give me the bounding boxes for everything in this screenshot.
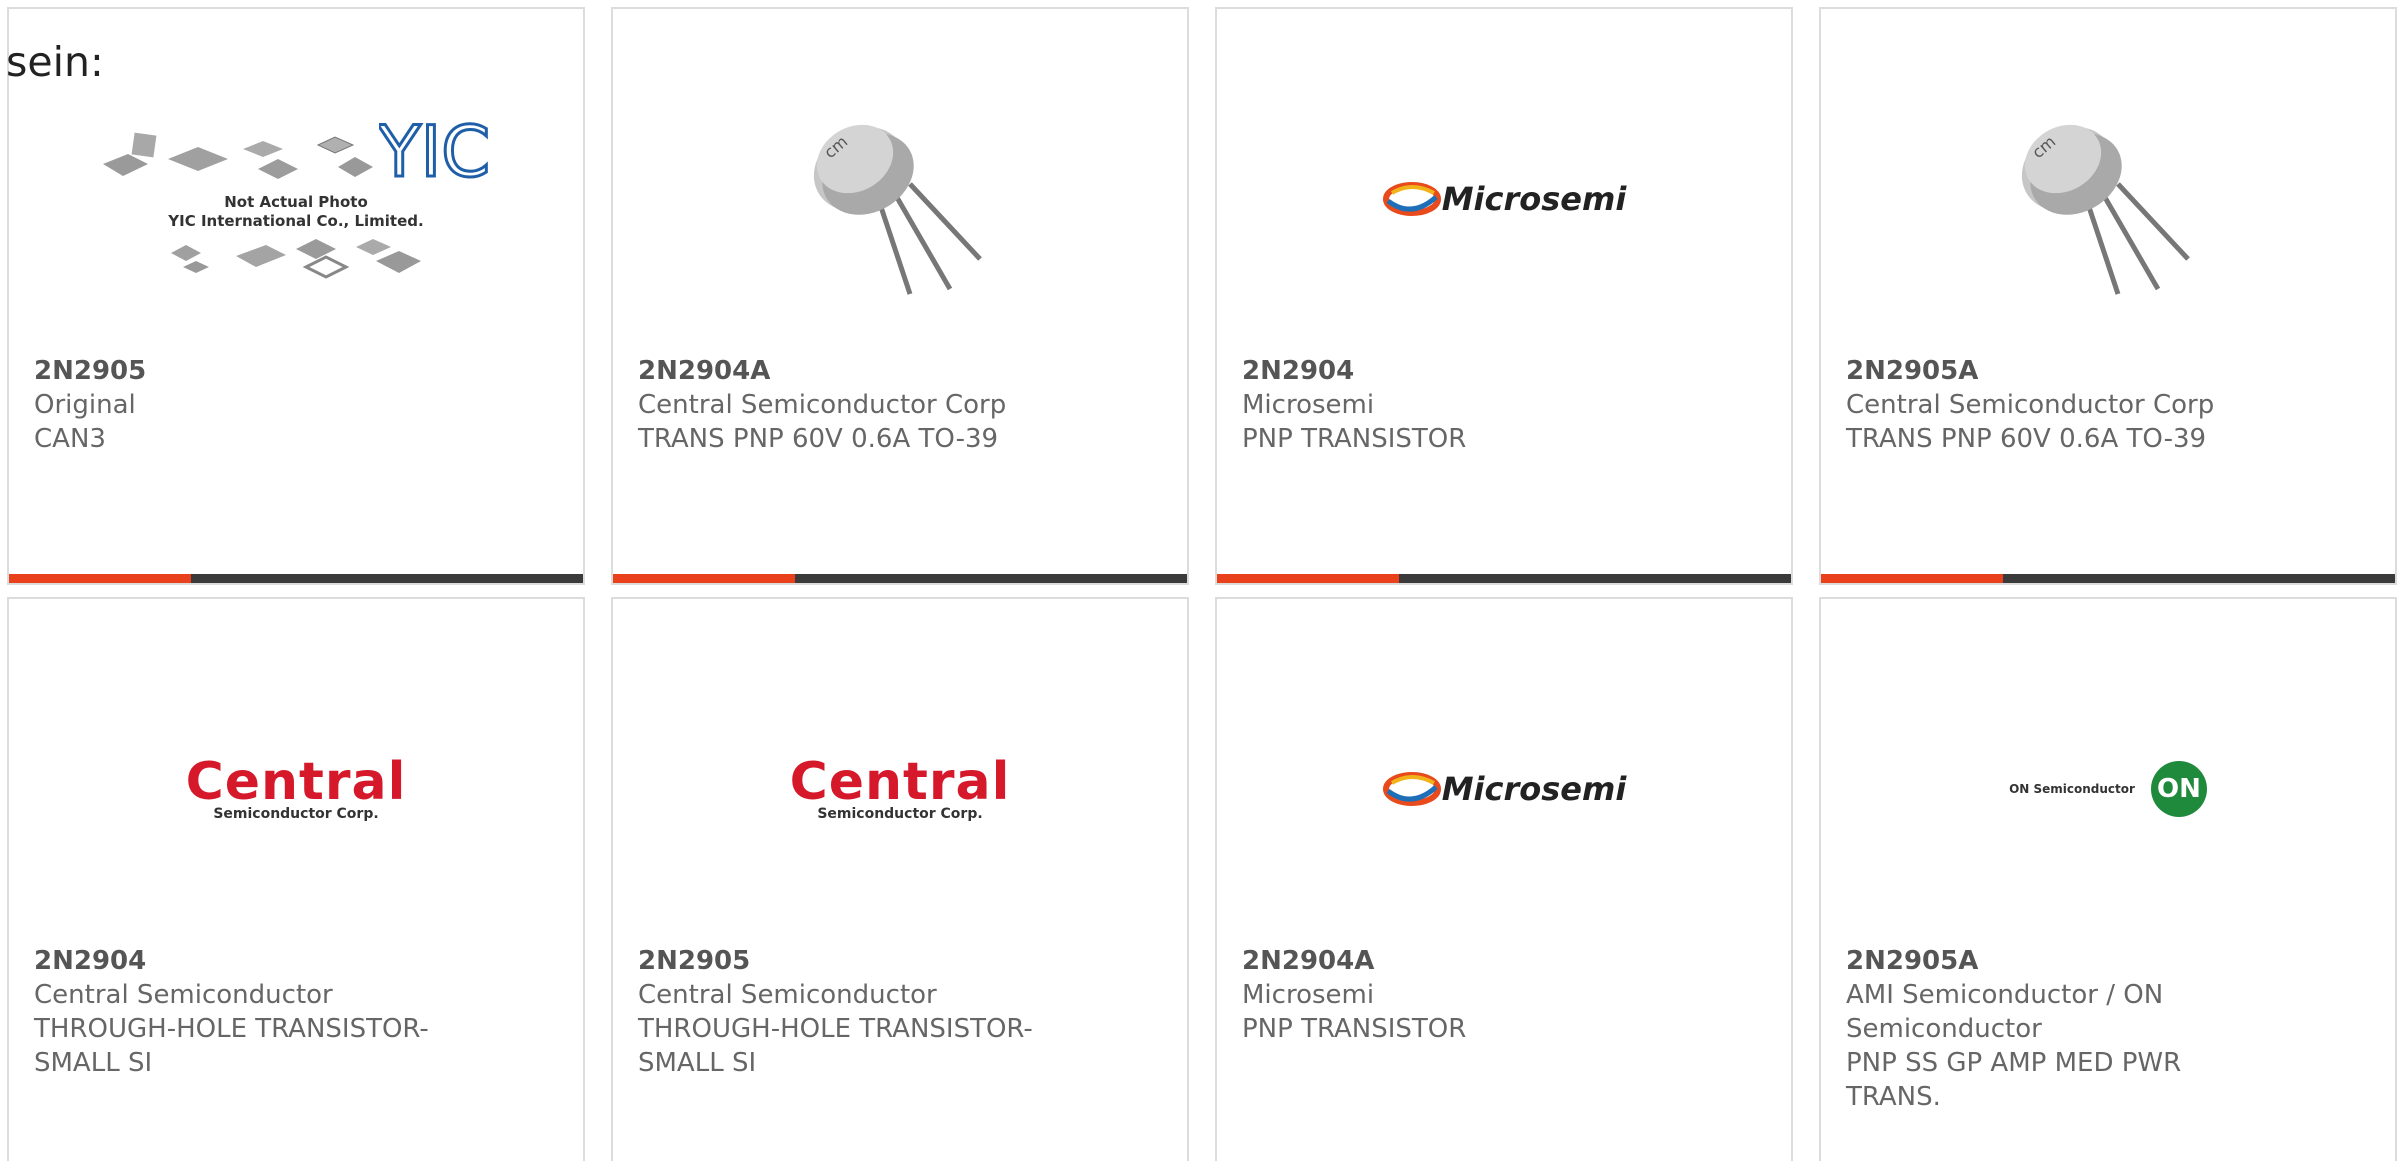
page: sein: YIC Not Actual Photo YIC Internati… [0, 0, 2400, 1161]
part-number[interactable]: 2N2904 [1242, 354, 1771, 388]
product-card[interactable]: YIC Not Actual Photo YIC International C… [7, 7, 585, 585]
on-semi-logo-text: ON Semiconductor [2009, 782, 2135, 796]
manufacturer: Central Semiconductor [34, 980, 333, 1010]
card-bottom-bar [9, 574, 583, 583]
product-card[interactable]: Microsemi 2N2904 Microsemi PNP TRANSISTO… [1215, 7, 1793, 585]
part-number[interactable]: 2N2904A [1242, 944, 1771, 978]
microsemi-swirl-icon [1382, 772, 1441, 806]
part-number[interactable]: 2N2904A [638, 354, 1167, 388]
product-info: 2N2905A Central Semiconductor Corp TRANS… [1846, 354, 2375, 456]
part-number[interactable]: 2N2904 [34, 944, 563, 978]
yic-logo-icon: YIC [375, 109, 491, 194]
microsemi-logo-text: Microsemi [1441, 770, 1627, 808]
description: PNP SS GP AMP MED PWR TRANS. [1846, 1048, 2182, 1112]
manufacturer: Central Semiconductor [638, 980, 937, 1010]
central-logo: Central Semiconductor Corp. [186, 756, 407, 822]
card-bottom-bar [1217, 574, 1791, 583]
yic-note-1: Not Actual Photo [224, 192, 368, 211]
microsemi-swirl-icon [1382, 182, 1441, 216]
product-info: 2N2904A Microsemi PNP TRANSISTOR [1242, 944, 1771, 1046]
microsemi-logo: Microsemi [1382, 179, 1627, 219]
product-image[interactable]: Central Semiconductor Corp. [613, 639, 1187, 939]
central-logo-sub: Semiconductor Corp. [213, 806, 379, 822]
product-card[interactable]: cm 2N2904A Central Semiconductor Corp TR… [611, 7, 1189, 585]
description: TRANS PNP 60V 0.6A TO-39 [638, 424, 999, 454]
part-number[interactable]: 2N2905A [1846, 944, 2375, 978]
product-info: 2N2905A AMI Semiconductor / ON Semicondu… [1846, 944, 2375, 1114]
chip-icons [103, 132, 374, 179]
manufacturer: Microsemi [1242, 390, 1375, 420]
card-bottom-bar [1821, 574, 2395, 583]
lead-text: sein: [6, 38, 104, 86]
on-semi-mark-icon: ON [2150, 761, 2207, 817]
manufacturer: Microsemi [1242, 980, 1375, 1010]
description: CAN3 [34, 424, 106, 454]
product-image[interactable]: Microsemi [1217, 49, 1791, 349]
microsemi-logo-text: Microsemi [1441, 180, 1627, 218]
part-number[interactable]: 2N2905 [638, 944, 1167, 978]
yic-placeholder-image: YIC Not Actual Photo YIC International C… [103, 109, 491, 285]
card-accent [613, 574, 795, 583]
product-card[interactable]: Central Semiconductor Corp. 2N2905 Centr… [611, 597, 1189, 1161]
manufacturer: AMI Semiconductor / ON Semiconductor [1846, 980, 2164, 1044]
microsemi-logo: Microsemi [1382, 769, 1627, 809]
product-info: 2N2904A Central Semiconductor Corp TRANS… [638, 354, 1167, 456]
product-image[interactable]: cm [1821, 49, 2395, 349]
card-accent [9, 574, 191, 583]
product-card[interactable]: cm 2N2905A Central Semiconductor Corp TR… [1819, 7, 2397, 585]
product-image[interactable]: cm [613, 49, 1187, 349]
product-image[interactable]: Central Semiconductor Corp. [9, 639, 583, 939]
product-image[interactable]: Microsemi [1217, 639, 1791, 939]
description: PNP TRANSISTOR [1242, 1014, 1467, 1044]
product-card[interactable]: Microsemi 2N2904A Microsemi PNP TRANSIST… [1215, 597, 1793, 1161]
manufacturer: Original [34, 390, 136, 420]
product-info: 2N2904 Microsemi PNP TRANSISTOR [1242, 354, 1771, 456]
product-info: 2N2905 Central Semiconductor THROUGH-HOL… [638, 944, 1167, 1080]
card-accent [1821, 574, 2003, 583]
product-info: 2N2905 Original CAN3 [34, 354, 563, 456]
product-info: 2N2904 Central Semiconductor THROUGH-HOL… [34, 944, 563, 1080]
chip-icons-bottom [171, 238, 421, 279]
product-image[interactable]: ON Semiconductor ON [1821, 639, 2395, 939]
description: THROUGH-HOLE TRANSISTOR-SMALL SI [34, 1014, 429, 1078]
part-number[interactable]: 2N2905A [1846, 354, 2375, 388]
part-number[interactable]: 2N2905 [34, 354, 563, 388]
card-accent [1217, 574, 1399, 583]
central-logo-word: Central [789, 752, 1011, 812]
card-bottom-bar [613, 574, 1187, 583]
product-card[interactable]: ON Semiconductor ON 2N2905A AMI Semicond… [1819, 597, 2397, 1161]
description: TRANS PNP 60V 0.6A TO-39 [1846, 424, 2207, 454]
svg-text:YIC: YIC [379, 114, 489, 189]
transistor-icon: cm [813, 124, 982, 295]
transistor-icon: cm [2021, 124, 2190, 295]
description: PNP TRANSISTOR [1242, 424, 1467, 454]
central-logo-sub: Semiconductor Corp. [817, 806, 983, 822]
on-semi-logo: ON Semiconductor ON [2009, 761, 2207, 817]
product-image[interactable]: YIC Not Actual Photo YIC International C… [9, 49, 583, 349]
product-card[interactable]: Central Semiconductor Corp. 2N2904 Centr… [7, 597, 585, 1161]
manufacturer: Central Semiconductor Corp [638, 390, 1007, 420]
manufacturer: Central Semiconductor Corp [1846, 390, 2215, 420]
description: THROUGH-HOLE TRANSISTOR-SMALL SI [638, 1014, 1033, 1078]
yic-note-2: YIC International Co., Limited. [168, 211, 424, 230]
central-logo: Central Semiconductor Corp. [790, 756, 1011, 822]
central-logo-word: Central [185, 752, 407, 812]
